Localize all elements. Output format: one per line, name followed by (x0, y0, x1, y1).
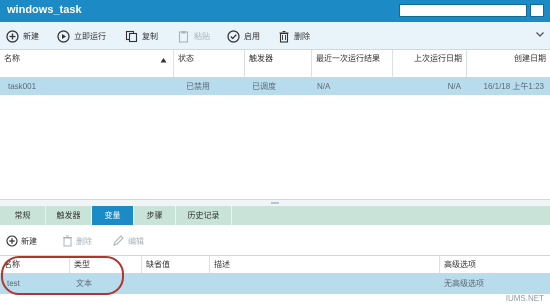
watermark: IUMS.NET (505, 294, 544, 303)
tab-variables[interactable]: 变量 (92, 206, 134, 225)
copy-icon (125, 30, 138, 42)
column-header-created[interactable]: 创建日期 (467, 50, 550, 78)
variables-toolbar: 新建 删除 编辑 (0, 225, 550, 255)
task-last-run-cell: N/A (447, 82, 461, 91)
search-button[interactable] (530, 4, 544, 17)
column-header-var-description[interactable]: 描述 (210, 256, 440, 273)
column-header-last-run[interactable]: 上次运行日期 (393, 50, 467, 78)
column-header-name[interactable]: 名称 (0, 50, 174, 78)
highlight-annotation-oval (1, 256, 124, 295)
delete-button[interactable]: 删除 (278, 28, 310, 44)
paste-button[interactable]: 粘贴 (177, 28, 210, 44)
task-created-cell: 16/1/18 上午1:23 (483, 82, 544, 91)
column-header-last-result[interactable]: 最近一次运行结果 (312, 50, 393, 78)
var-description-cell (210, 274, 440, 294)
task-status-cell: 已禁用 (186, 82, 210, 91)
plus-circle-icon (6, 29, 19, 43)
add-variable-button[interactable]: 新建 (6, 234, 37, 248)
paste-icon (178, 30, 189, 43)
var-default-cell (142, 274, 210, 294)
detail-tabs: 常规 触发器 变量 步骤 历史记录 (0, 206, 550, 225)
run-now-label: 立即运行 (74, 31, 106, 41)
play-circle-icon (57, 29, 70, 43)
tab-general[interactable]: 常规 (0, 206, 46, 225)
plus-circle-icon (6, 235, 18, 247)
enable-label: 启用 (244, 31, 260, 41)
enable-button[interactable]: 启用 (227, 28, 260, 44)
task-grid: 名称 状态 触发器 最近一次运行结果 上次运行日期 创建日期 task001 已… (0, 50, 550, 200)
trash-icon (279, 30, 289, 43)
copy-button[interactable]: 复制 (125, 28, 158, 44)
task-grid-header: 名称 状态 触发器 最近一次运行结果 上次运行日期 创建日期 (0, 50, 550, 78)
delete-variable-label: 删除 (76, 236, 92, 246)
run-now-button[interactable]: 立即运行 (57, 28, 106, 44)
new-label: 新建 (23, 31, 39, 41)
window-title: windows_task (7, 4, 82, 16)
tab-history[interactable]: 历史记录 (176, 206, 232, 225)
delete-label: 删除 (294, 31, 310, 41)
edit-variable-label: 编辑 (128, 236, 144, 246)
sort-asc-icon (160, 58, 167, 63)
task-last-result-cell: N/A (317, 82, 331, 91)
main-toolbar: 新建 立即运行 复制 粘贴 启用 删除 (0, 22, 550, 50)
title-bar: windows_task (0, 0, 550, 22)
tab-steps[interactable]: 步骤 (134, 206, 176, 225)
pencil-icon (113, 235, 124, 246)
delete-variable-button[interactable]: 删除 (62, 234, 92, 248)
column-header-status[interactable]: 状态 (174, 50, 245, 78)
column-header-trigger[interactable]: 触发器 (245, 50, 312, 78)
task-name-cell: task001 (8, 82, 37, 91)
column-header-var-default[interactable]: 缺省值 (142, 256, 210, 273)
column-header-var-advanced[interactable]: 高级选项 (440, 256, 550, 273)
table-row[interactable]: task001 已禁用 已调度 N/A N/A 16/1/18 上午1:23 (0, 78, 550, 95)
paste-label: 粘贴 (194, 31, 210, 41)
check-circle-icon (227, 29, 240, 43)
copy-label: 复制 (142, 31, 158, 41)
edit-variable-button[interactable]: 编辑 (112, 234, 144, 248)
trash-icon (63, 235, 72, 247)
var-advanced-cell: 无高级选项 (444, 279, 484, 288)
search-input[interactable] (399, 4, 527, 17)
task-trigger-cell: 已调度 (252, 82, 276, 91)
splitter-grip (271, 202, 279, 204)
chevron-down-icon[interactable] (535, 29, 545, 39)
tab-triggers[interactable]: 触发器 (46, 206, 92, 225)
new-button[interactable]: 新建 (6, 28, 39, 44)
add-variable-label: 新建 (21, 236, 37, 246)
